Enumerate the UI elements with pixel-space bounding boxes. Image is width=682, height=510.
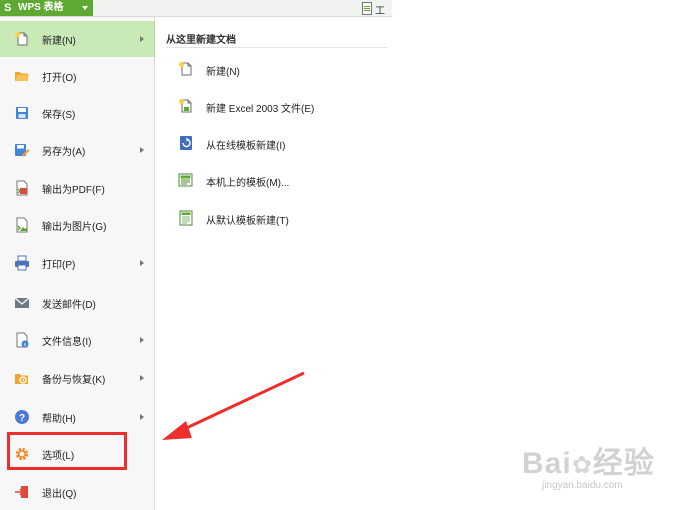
menu-item-label: 输出为图片(G) bbox=[42, 222, 107, 233]
app-menu-button[interactable]: S WPS 表格 bbox=[0, 0, 93, 16]
menu-item-label: 保存(S) bbox=[42, 110, 76, 121]
save-as-icon bbox=[14, 142, 30, 158]
chevron-right-icon bbox=[140, 414, 144, 420]
workbook-tab[interactable]: 工作 bbox=[362, 2, 392, 32]
submenu-item-local-template[interactable]: 本机上的模板(M)... bbox=[155, 165, 392, 195]
file-info-icon bbox=[14, 332, 30, 348]
submenu-item-label: 本机上的模板(M)... bbox=[206, 178, 290, 189]
menu-item-label: 退出(Q) bbox=[42, 489, 77, 500]
mail-icon bbox=[14, 295, 30, 311]
backup-icon bbox=[14, 370, 30, 386]
menu-item-label: 备份与恢复(K) bbox=[42, 375, 106, 386]
menu-item-export-pdf[interactable]: 输出为PDF(F) bbox=[0, 170, 154, 206]
chevron-right-icon bbox=[140, 147, 144, 153]
menu-item-label: 另存为(A) bbox=[42, 147, 86, 158]
submenu-item-new[interactable]: 新建(N) bbox=[155, 54, 392, 84]
submenu-item-label: 从默认模板新建(T) bbox=[206, 216, 289, 227]
svg-text:?: ? bbox=[19, 413, 25, 424]
menu-item-backup[interactable]: 备份与恢复(K) bbox=[0, 360, 154, 396]
chevron-right-icon bbox=[140, 337, 144, 343]
submenu-item-label: 新建(N) bbox=[206, 67, 240, 78]
submenu-item-default-template[interactable]: 从默认模板新建(T) bbox=[155, 203, 392, 233]
submenu-item-new-excel-2003[interactable]: 新建 Excel 2003 文件(E) bbox=[155, 91, 392, 121]
exit-icon bbox=[14, 484, 30, 500]
menu-item-label: 发送邮件(D) bbox=[42, 300, 96, 311]
divider bbox=[166, 47, 387, 48]
menu-item-open[interactable]: 打开(O) bbox=[0, 58, 154, 94]
menu-item-save-as[interactable]: 另存为(A) bbox=[0, 132, 154, 168]
online-template-icon bbox=[178, 135, 194, 151]
save-icon bbox=[14, 105, 30, 121]
watermark-url: jingyan.baidu.com bbox=[542, 480, 623, 491]
new-document-icon bbox=[178, 61, 194, 77]
menu-item-label: 帮助(H) bbox=[42, 414, 76, 425]
new-excel-icon bbox=[178, 98, 194, 114]
menu-item-new[interactable]: 新建(N) bbox=[0, 21, 155, 57]
menu-item-label: 输出为PDF(F) bbox=[42, 185, 105, 196]
chevron-right-icon bbox=[140, 375, 144, 381]
menu-item-label: 打印(P) bbox=[42, 260, 76, 271]
new-submenu: 从这里新建文档 新建(N) 新建 Excel 2003 文件(E) 从在线模板新… bbox=[155, 17, 392, 257]
chevron-down-icon bbox=[82, 6, 88, 10]
menu-item-exit[interactable]: 退出(Q) bbox=[0, 474, 154, 510]
export-image-icon bbox=[14, 217, 30, 233]
app-title: WPS 表格 bbox=[18, 2, 64, 13]
printer-icon bbox=[14, 255, 30, 271]
spreadsheet-icon bbox=[362, 2, 372, 15]
submenu-item-online-template[interactable]: 从在线模板新建(I) bbox=[155, 128, 392, 158]
chevron-right-icon bbox=[140, 36, 144, 42]
chevron-right-icon bbox=[140, 260, 144, 266]
watermark-logo: Bai✿经验 bbox=[522, 447, 655, 480]
menu-item-label: 新建(N) bbox=[42, 36, 76, 47]
submenu-item-label: 新建 Excel 2003 文件(E) bbox=[206, 104, 315, 115]
title-bar: S WPS 表格 工作 bbox=[0, 0, 392, 32]
menu-item-label: 打开(O) bbox=[42, 73, 77, 84]
submenu-item-label: 从在线模板新建(I) bbox=[206, 141, 286, 152]
watermark: Bai✿经验 jingyan.baidu.com bbox=[522, 438, 672, 498]
highlight-box bbox=[7, 432, 127, 470]
menu-item-save[interactable]: 保存(S) bbox=[0, 95, 154, 131]
menu-item-send-mail[interactable]: 发送邮件(D) bbox=[0, 285, 154, 321]
local-template-icon bbox=[178, 172, 194, 188]
help-icon: ? bbox=[14, 409, 30, 425]
new-document-icon bbox=[14, 31, 30, 47]
wps-logo-icon: S bbox=[4, 2, 12, 14]
submenu-heading: 从这里新建文档 bbox=[166, 35, 236, 46]
open-folder-icon bbox=[14, 68, 30, 84]
menu-item-print[interactable]: 打印(P) bbox=[0, 245, 154, 281]
menu-item-file-info[interactable]: 文件信息(I) bbox=[0, 322, 154, 358]
menu-item-export-image[interactable]: 输出为图片(G) bbox=[0, 207, 154, 243]
export-pdf-icon bbox=[14, 180, 30, 196]
menu-item-help[interactable]: ? 帮助(H) bbox=[0, 399, 154, 435]
menu-item-label: 文件信息(I) bbox=[42, 337, 92, 348]
default-template-icon bbox=[178, 210, 194, 226]
paw-icon: ✿ bbox=[571, 452, 593, 479]
